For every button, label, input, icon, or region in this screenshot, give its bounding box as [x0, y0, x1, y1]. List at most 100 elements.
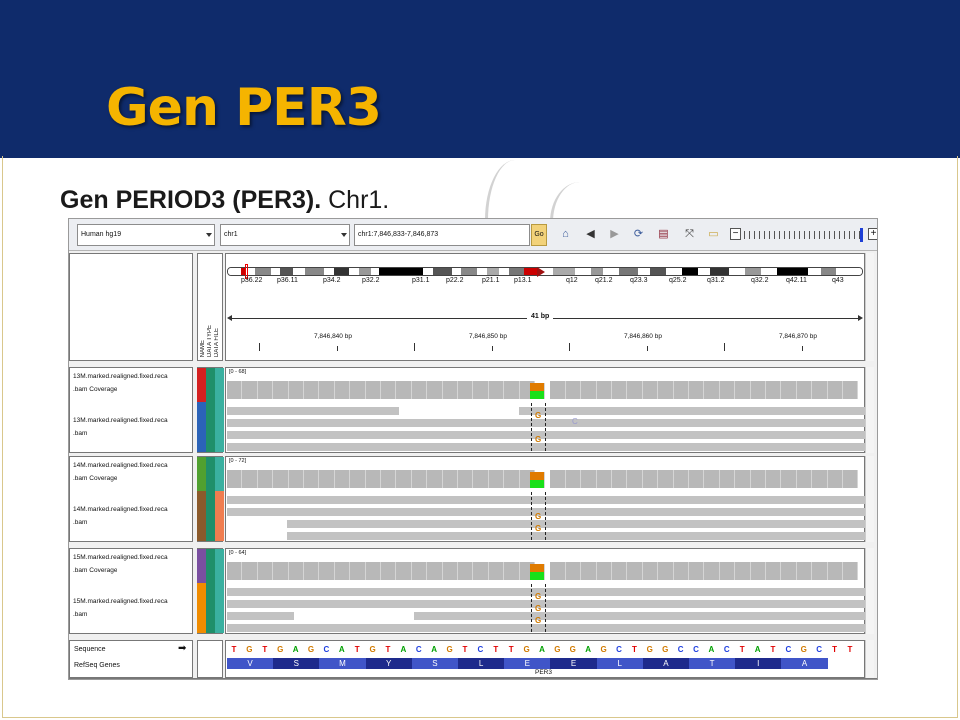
zoom-slider[interactable]: [744, 231, 864, 239]
attribute-color-cell[interactable]: [215, 549, 224, 583]
attribute-color-cell[interactable]: [215, 583, 224, 633]
alignment-read[interactable]: [227, 508, 865, 516]
alignment-read[interactable]: [227, 612, 294, 620]
coverage-bar: [488, 562, 505, 580]
coverage-track-name[interactable]: 15M.marked.realigned.fixed.reca: [73, 554, 193, 561]
feature-scrollbar[interactable]: [865, 640, 874, 678]
sample-scrollbar[interactable]: [865, 456, 874, 542]
alignment-read[interactable]: [414, 612, 865, 620]
zoom-out-button[interactable]: −: [730, 228, 741, 240]
ideogram-band-label: q42.11: [786, 277, 807, 284]
coverage-bar: [812, 470, 828, 488]
zoom-slider-thumb[interactable]: [860, 228, 863, 242]
coverage-range-label: [0 - 64]: [229, 550, 247, 556]
go-button[interactable]: Go: [531, 224, 547, 246]
attribute-color-cell[interactable]: [206, 491, 215, 541]
attribute-color-cell[interactable]: [215, 491, 224, 541]
alignment-track-name[interactable]: 13M.marked.realigned.fixed.reca: [73, 417, 193, 424]
sequence-base: G: [523, 645, 530, 654]
alignment-track-name[interactable]: 14M.marked.realigned.fixed.reca: [73, 506, 193, 513]
coverage-bar: [796, 470, 813, 488]
coverage-track-name[interactable]: 14M.marked.realigned.fixed.reca: [73, 462, 193, 469]
ruler-tick-label: 7,846,840 bp: [314, 333, 352, 340]
mismatch-base[interactable]: C: [572, 417, 578, 426]
coverage-bar: [334, 381, 351, 399]
attribute-color-cell[interactable]: [197, 583, 206, 633]
back-icon[interactable]: ◀: [584, 228, 597, 241]
genome-dropdown[interactable]: Human hg19: [77, 224, 215, 246]
refresh-icon[interactable]: ⟳: [632, 228, 645, 241]
alignment-read[interactable]: [227, 443, 865, 451]
variant-base-G[interactable]: G: [535, 512, 541, 521]
sequence-strand-arrow-icon[interactable]: ➡: [178, 643, 186, 654]
variant-base-G[interactable]: G: [535, 592, 541, 601]
ideogram-band: [228, 268, 241, 275]
zoom-in-button[interactable]: +: [868, 228, 877, 240]
ideogram-band-label: p13.1: [514, 277, 532, 284]
sample-scrollbar[interactable]: [865, 367, 874, 453]
alignment-track-ext[interactable]: .bam: [73, 430, 87, 437]
ruler-tick: [337, 346, 338, 351]
alignment-read[interactable]: [287, 532, 865, 540]
coverage-bar: [596, 470, 612, 488]
coverage-track-name[interactable]: 13M.marked.realigned.fixed.reca: [73, 373, 193, 380]
coverage-bar: [843, 562, 859, 580]
ideogram-band: [280, 268, 293, 275]
home-icon[interactable]: ⌂: [559, 228, 572, 241]
attribute-color-cell[interactable]: [215, 457, 224, 491]
span-arrow-right: [858, 315, 863, 321]
alignment-read[interactable]: [227, 600, 865, 608]
alignment-read[interactable]: [227, 419, 865, 427]
sequence-base: C: [477, 645, 484, 654]
subtitle-bold: Gen PERIOD3 (PER3).: [60, 186, 322, 214]
alignment-read[interactable]: [227, 588, 865, 596]
alignment-read[interactable]: [227, 407, 399, 415]
coverage-bar: [288, 381, 304, 399]
coverage-track-ext[interactable]: .bam Coverage: [73, 475, 117, 482]
locus-input[interactable]: chr1:7,846,833-7,846,873: [354, 224, 530, 246]
alignment-read[interactable]: [287, 520, 865, 528]
attribute-color-cell[interactable]: [215, 368, 224, 402]
coverage-bar: [458, 381, 474, 399]
alignment-read[interactable]: [227, 624, 865, 632]
ideogram-band-label: p21.1: [482, 277, 500, 284]
attribute-color-cell[interactable]: [197, 491, 206, 541]
attribute-color-cell[interactable]: [215, 402, 224, 452]
attribute-color-cell[interactable]: [197, 457, 206, 491]
alignment-read[interactable]: [227, 431, 865, 439]
variant-base-G[interactable]: G: [535, 604, 541, 613]
ideogram-band: [776, 268, 809, 275]
ideogram-band: [461, 268, 478, 275]
coverage-bar: [658, 381, 674, 399]
alignment-read[interactable]: [519, 407, 865, 415]
header-scrollbar[interactable]: [865, 253, 874, 361]
sequence-base: T: [832, 645, 838, 654]
attribute-color-cell[interactable]: [197, 368, 206, 402]
attribute-color-cell[interactable]: [206, 402, 215, 452]
attribute-color-cell[interactable]: [206, 368, 215, 402]
alignment-track-name[interactable]: 15M.marked.realigned.fixed.reca: [73, 598, 193, 605]
variant-base-G[interactable]: G: [535, 435, 541, 444]
coverage-track-ext[interactable]: .bam Coverage: [73, 567, 117, 574]
coverage-track-ext[interactable]: .bam Coverage: [73, 386, 117, 393]
roi-icon[interactable]: ▤: [657, 228, 670, 241]
attribute-color-cell[interactable]: [206, 583, 215, 633]
attribute-color-cell[interactable]: [206, 457, 215, 491]
chromosome-ideogram[interactable]: [227, 267, 863, 276]
popup-icon[interactable]: ▭: [707, 228, 720, 241]
attribute-color-cell[interactable]: [197, 549, 206, 583]
alignment-track-ext[interactable]: .bam: [73, 519, 87, 526]
forward-icon[interactable]: ▶: [608, 228, 621, 241]
alignment-track-ext[interactable]: .bam: [73, 611, 87, 618]
variant-base-G[interactable]: G: [535, 524, 541, 533]
attribute-color-cell[interactable]: [206, 549, 215, 583]
chromosome-dropdown[interactable]: chr1: [220, 224, 350, 246]
variant-base-G[interactable]: G: [535, 411, 541, 420]
alignment-read[interactable]: [227, 496, 865, 504]
resize-icon[interactable]: ⤧: [683, 228, 696, 241]
variant-base-G[interactable]: G: [535, 616, 541, 625]
attribute-color-cell[interactable]: [197, 402, 206, 452]
ideogram-band: [760, 268, 777, 275]
coverage-bar: [689, 562, 705, 580]
sample-scrollbar[interactable]: [865, 548, 874, 634]
